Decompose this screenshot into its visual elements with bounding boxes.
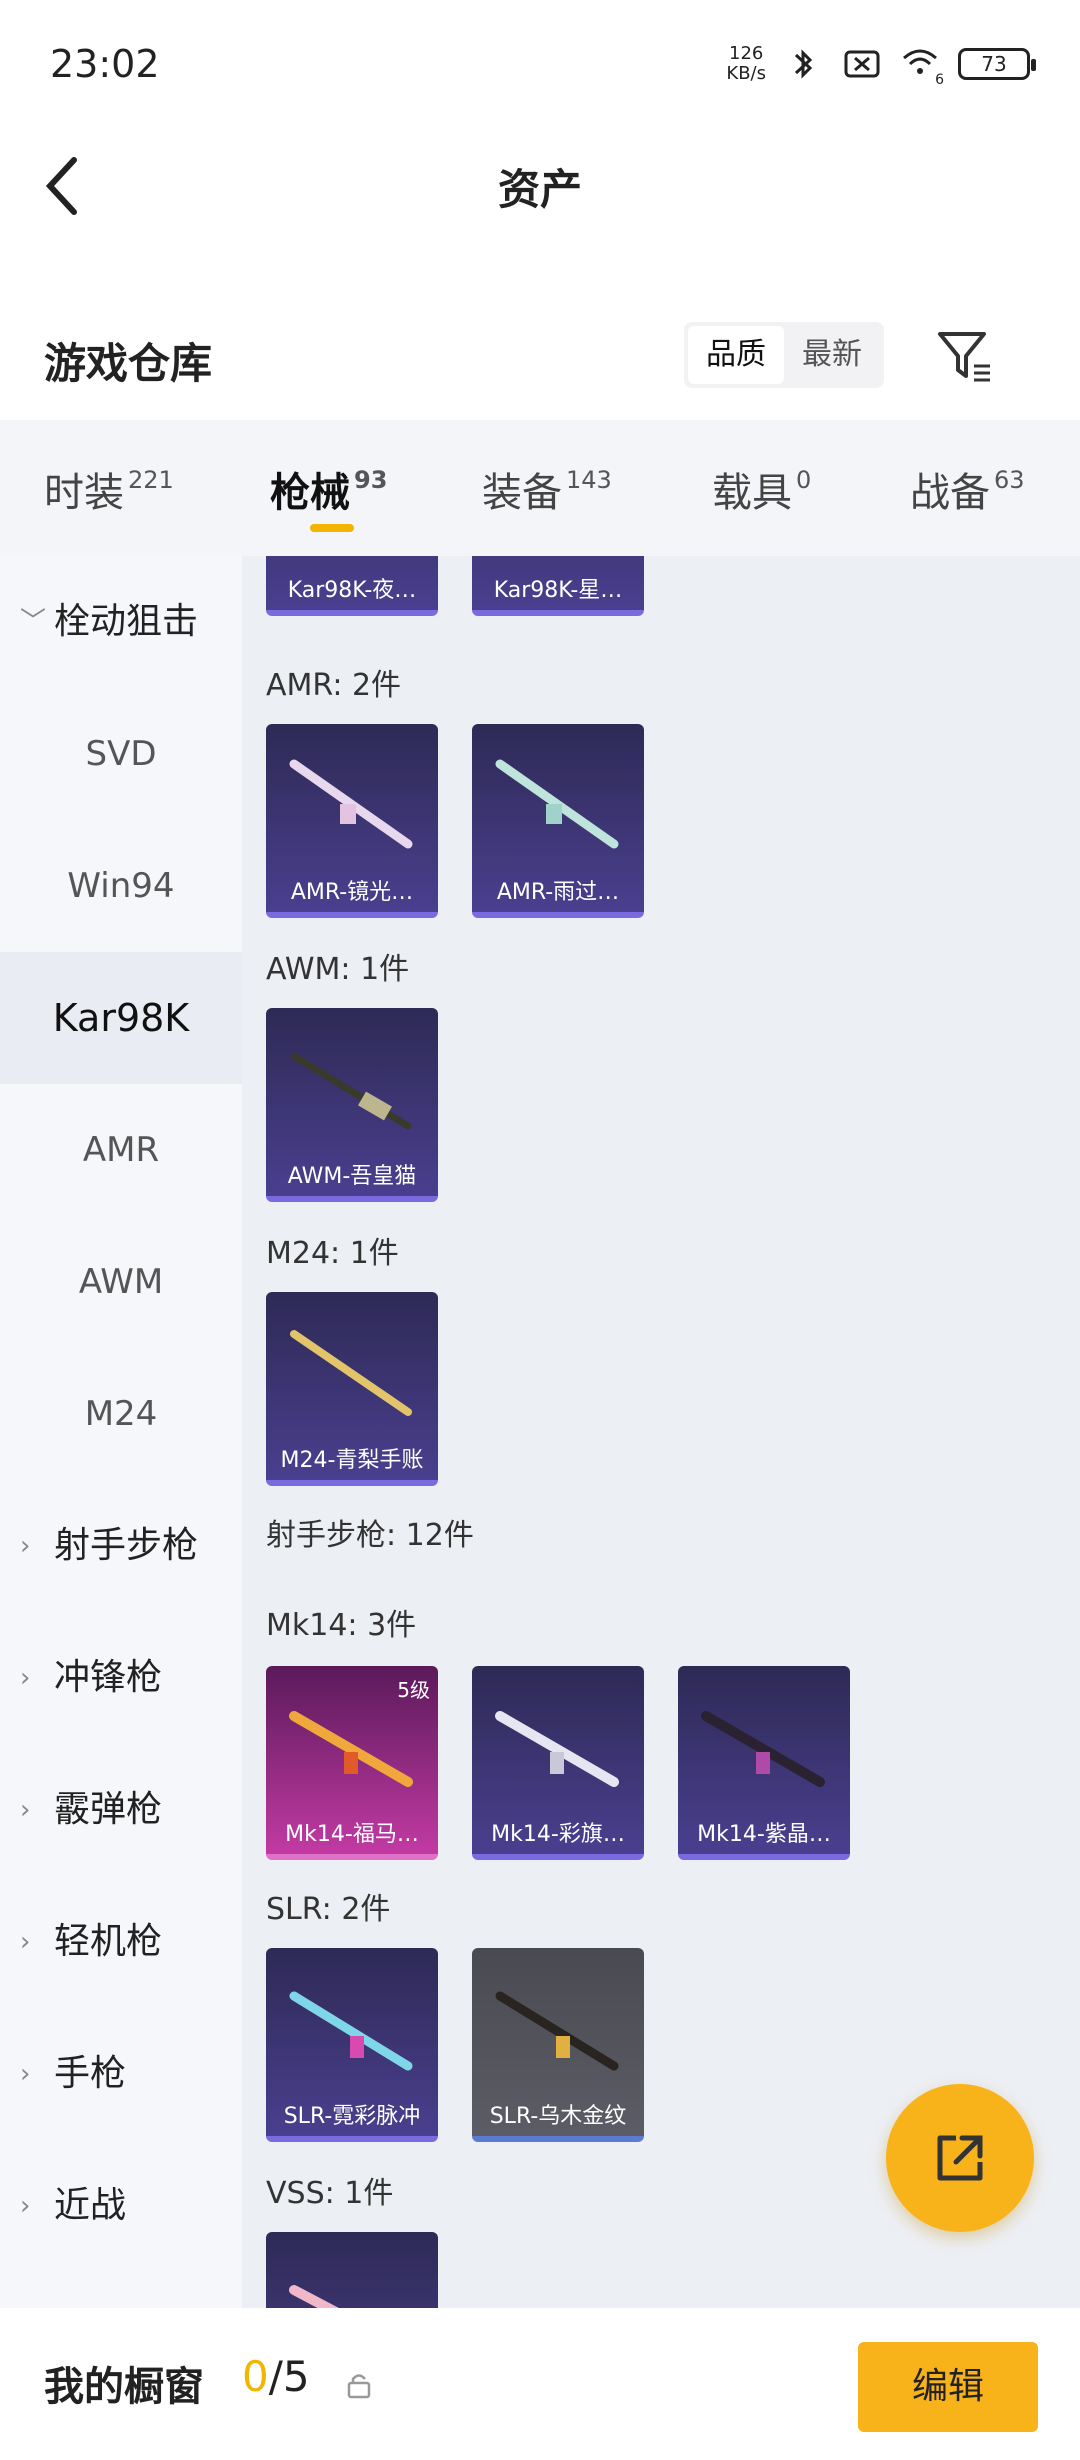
showcase-bar: 我的橱窗 0/5 编辑 [0, 2308, 1080, 2460]
rifle-icon [495, 1991, 619, 2071]
status-icons: 126 KB/s 6 73 [726, 43, 1036, 88]
section-header: 游戏仓库 品质 最新 [0, 310, 1080, 400]
bluetooth-icon [794, 49, 813, 79]
rifle-icon [290, 1052, 412, 1130]
sidebar-item-kar98k[interactable]: Kar98K [0, 952, 242, 1084]
battery-indicator: 73 [958, 48, 1036, 80]
rifle-icon [289, 2285, 339, 2308]
skin-card[interactable]: SLR-霓彩脉冲 [266, 1948, 438, 2142]
warehouse-title: 游戏仓库 [44, 339, 213, 388]
network-speed: 126 KB/s [726, 43, 766, 84]
active-tab-indicator [310, 524, 354, 532]
status-time: 23:02 [50, 42, 160, 86]
showcase-count: 0/5 [242, 2352, 310, 2401]
group-label-slr: SLR: 2件 [266, 1892, 391, 1927]
sort-newest-button[interactable]: 最新 [784, 326, 880, 384]
sidebar-item-svd[interactable]: SVD [0, 688, 242, 820]
sidebar-item-melee[interactable]: › 近战 [0, 2140, 242, 2272]
rifle-icon [289, 1711, 413, 1787]
showcase-title: 我的橱窗 [44, 2364, 204, 2410]
chevron-right-icon: › [20, 1927, 31, 1957]
skin-card[interactable]: SLR-乌木金纹 [472, 1948, 644, 2142]
wifi-suffix: 6 [935, 72, 944, 88]
sort-quality-button[interactable]: 品质 [688, 326, 784, 384]
sidebar-item-awm[interactable]: AWM [0, 1216, 242, 1348]
chevron-right-icon: › [20, 1795, 31, 1825]
rifle-icon [289, 759, 413, 849]
group-label-mk14: Mk14: 3件 [266, 1608, 417, 1643]
tab-guns[interactable]: 枪械 93 [270, 460, 387, 532]
sidebar-item-shotgun[interactable]: › 霰弹枪 [0, 1744, 242, 1876]
sim-off-icon [844, 50, 880, 78]
tab-supplies[interactable]: 战备 63 [910, 460, 1025, 518]
skin-card[interactable]: 5级 Mk14-福马… [266, 1666, 438, 1860]
group-label-awm: AWM: 1件 [266, 952, 410, 987]
wifi-icon [903, 49, 937, 74]
sidebar-item-lmg[interactable]: › 轻机枪 [0, 1876, 242, 2008]
rifle-icon [701, 1711, 825, 1787]
sidebar-item-smg[interactable]: › 冲锋枪 [0, 1612, 242, 1744]
edit-button[interactable]: 编辑 [858, 2342, 1038, 2432]
rifle-icon [280, 556, 424, 560]
category-tabs: 时装 221 枪械 93 装备 143 载具 0 战备 63 [0, 420, 1080, 556]
skin-card[interactable]: Mk14-紫晶… [678, 1666, 850, 1860]
tab-fashion[interactable]: 时装 221 [44, 460, 174, 518]
group-label-vss: VSS: 1件 [266, 2176, 394, 2211]
weapon-category-sidebar: ﹀ 栓动狙击 SVD Win94 Kar98K AMR AWM M24 › 射手步枪… [0, 556, 242, 2308]
skin-card[interactable]: Mk14-彩旗… [472, 1666, 644, 1860]
rifle-icon [290, 1330, 412, 1416]
share-button[interactable] [886, 2084, 1034, 2232]
group-label-marksman: 射手步枪: 12件 [266, 1518, 474, 1553]
sidebar-item-marksman[interactable]: › 射手步枪 [0, 1480, 242, 1612]
nav-bar: 资产 [0, 130, 1080, 250]
chevron-right-icon: › [20, 1663, 31, 1693]
group-label-amr: AMR: 2件 [266, 668, 402, 703]
skin-card[interactable]: M24-青梨手账 [266, 1292, 438, 1486]
skin-card[interactable]: AMR-雨过… [472, 724, 644, 918]
chevron-right-icon: › [20, 2191, 31, 2221]
filter-icon[interactable] [934, 326, 994, 386]
sidebar-item-m24[interactable]: M24 [0, 1348, 242, 1480]
sidebar-item-bolt-action[interactable]: ﹀ 栓动狙击 [0, 556, 242, 688]
rifle-icon [495, 1711, 619, 1787]
skin-card[interactable]: Kar98K-星… [472, 556, 644, 616]
tab-vehicles[interactable]: 载具 0 [712, 460, 811, 518]
weapon-skin-grid: Kar98K-夜… Kar98K-星… AMR: 2件 AMR-镜光… AMR-… [242, 556, 1080, 2308]
skin-card[interactable]: AWM-吾皇猫 [266, 1008, 438, 1202]
rifle-icon [495, 759, 619, 849]
wifi-indicator: 6 [900, 44, 944, 88]
rifle-icon [486, 556, 630, 560]
page-title: 资产 [497, 165, 582, 214]
sidebar-item-amr[interactable]: AMR [0, 1084, 242, 1216]
rifle-icon [289, 1991, 413, 2071]
chevron-down-icon: ﹀ [20, 607, 47, 637]
lock-icon [347, 2374, 371, 2399]
group-label-m24: M24: 1件 [266, 1236, 399, 1271]
sidebar-item-pistol[interactable]: › 手枪 [0, 2008, 242, 2140]
status-bar: 23:02 126 KB/s 6 73 [0, 0, 1080, 130]
skin-card[interactable]: AMR-镜光… [266, 724, 438, 918]
chevron-right-icon: › [20, 1531, 31, 1561]
skin-card[interactable]: Kar98K-夜… [266, 556, 438, 616]
skin-card[interactable] [266, 2232, 438, 2308]
sort-toggle: 品质 最新 [684, 322, 884, 388]
sidebar-item-win94[interactable]: Win94 [0, 820, 242, 952]
share-icon [937, 2135, 983, 2181]
chevron-right-icon: › [20, 2059, 31, 2089]
tab-equipment[interactable]: 装备 143 [482, 460, 612, 518]
